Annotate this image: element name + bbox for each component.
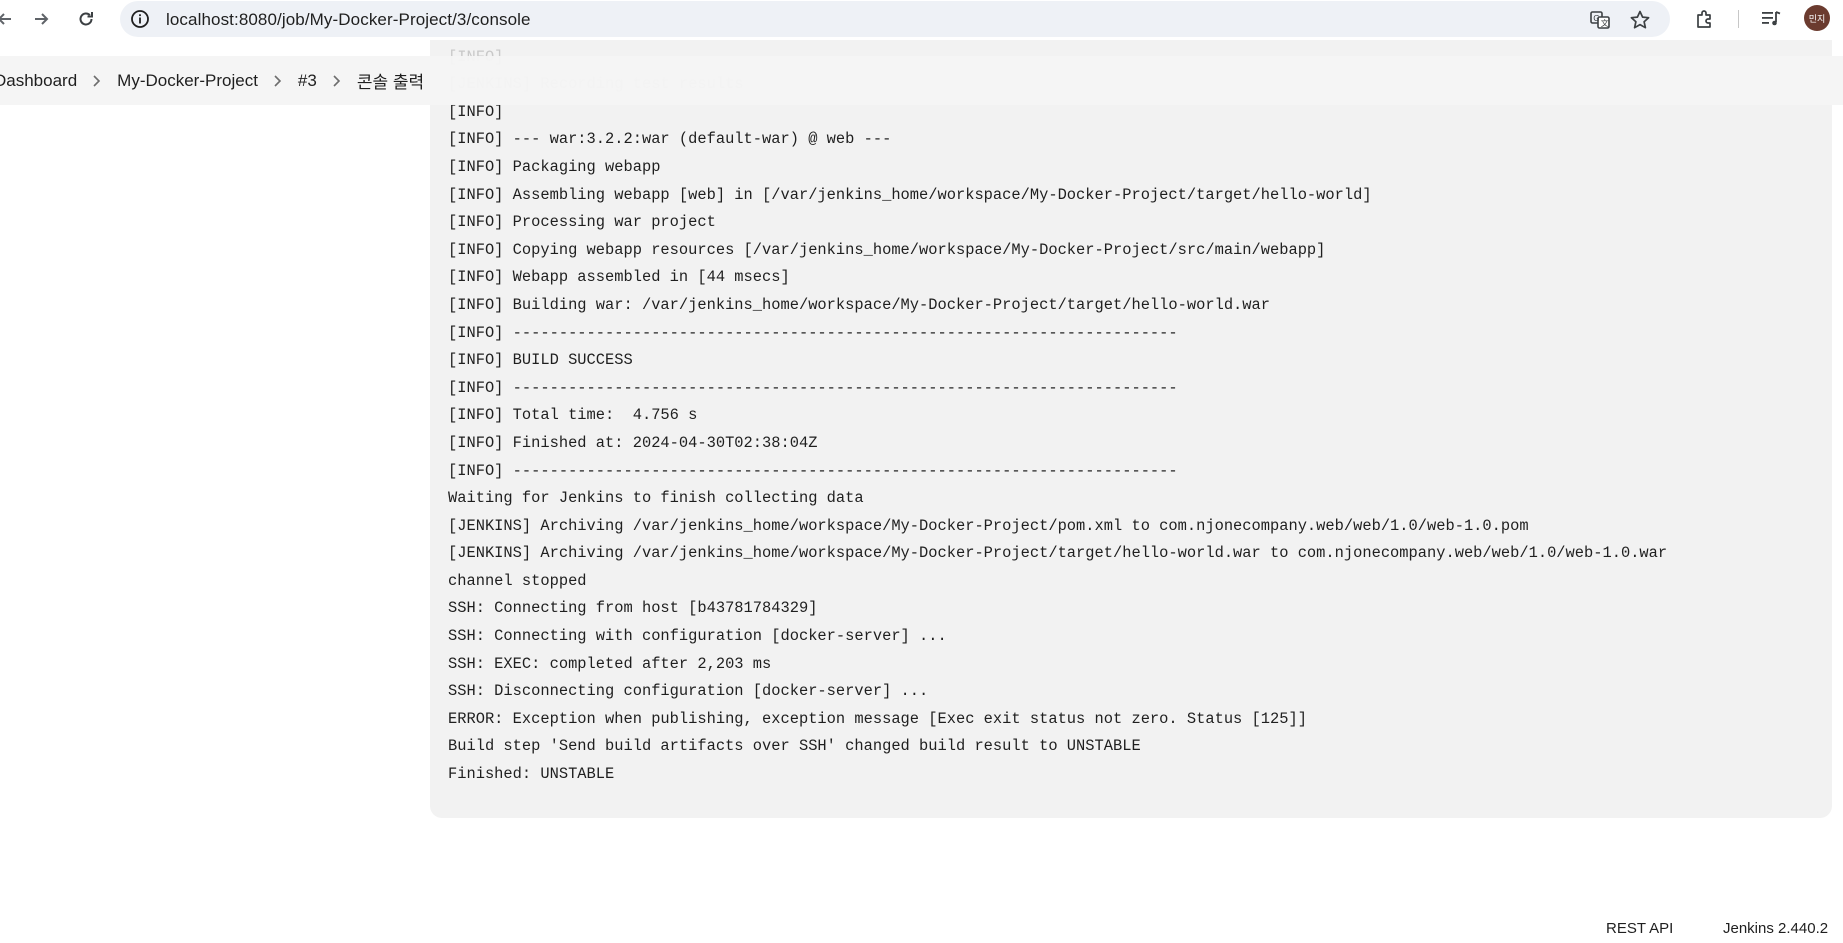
svg-text:文: 文: [1601, 18, 1609, 28]
breadcrumb-dashboard[interactable]: Dashboard: [0, 71, 77, 91]
console-line: [INFO] Assembling webapp [web] in [/var/…: [448, 185, 1372, 204]
extensions-icon[interactable]: [1692, 6, 1718, 32]
console-output: [INFO] Tests run: 1, Failures: 0, Errors…: [448, 40, 1667, 789]
console-line: [INFO] BUILD SUCCESS: [448, 351, 633, 370]
console-line: SSH: Connecting from host [b43781784329]: [448, 599, 818, 618]
console-line: Build step 'Send build artifacts over SS…: [448, 737, 1141, 756]
console-line: [INFO] ---------------------------------…: [448, 461, 1178, 480]
jenkins-version-link[interactable]: Jenkins 2.440.2: [1723, 920, 1828, 937]
profile-avatar[interactable]: 민지: [1804, 5, 1830, 31]
rest-api-link[interactable]: REST API: [1606, 920, 1673, 937]
breadcrumb: Dashboard My-Docker-Project #3 콘솔 출력: [0, 56, 424, 105]
console-line: [INFO] ---------------------------------…: [448, 378, 1178, 397]
breadcrumb-console-output[interactable]: 콘솔 출력: [357, 68, 424, 93]
address-bar[interactable]: localhost:8080/job/My-Docker-Project/3/c…: [120, 1, 1670, 37]
forward-icon[interactable]: [28, 6, 54, 32]
console-line: [INFO] ---------------------------------…: [448, 323, 1178, 342]
console-line: [INFO] Total time: 4.756 s: [448, 406, 698, 425]
console-line: [INFO] Processing war project: [448, 213, 716, 232]
console-line: Finished: UNSTABLE: [448, 765, 615, 784]
console-line: SSH: Connecting with configuration [dock…: [448, 627, 947, 646]
browser-toolbar: localhost:8080/job/My-Docker-Project/3/c…: [0, 0, 1843, 38]
console-line: SSH: Disconnecting configuration [docker…: [448, 682, 929, 701]
chevron-right-icon: [77, 74, 117, 88]
console-line: ERROR: Exception when publishing, except…: [448, 709, 1307, 728]
console-line: [JENKINS] Archiving /var/jenkins_home/wo…: [448, 544, 1668, 563]
media-controls-icon[interactable]: [1758, 6, 1784, 32]
console-line: [INFO] Copying webapp resources [/var/je…: [448, 240, 1326, 259]
reload-icon[interactable]: [73, 6, 99, 32]
toolbar-separator: [1738, 10, 1739, 28]
console-line: channel stopped: [448, 571, 587, 590]
bookmark-star-icon[interactable]: [1628, 8, 1652, 32]
console-line: [INFO] --- war:3.2.2:war (default-war) @…: [448, 130, 892, 149]
console-line: Waiting for Jenkins to finish collecting…: [448, 489, 864, 508]
back-icon[interactable]: [0, 6, 18, 32]
chevron-right-icon: [258, 74, 298, 88]
site-info-icon[interactable]: [130, 9, 150, 29]
console-line: SSH: EXEC: completed after 2,203 ms: [448, 654, 772, 673]
translate-icon[interactable]: G文: [1588, 8, 1612, 32]
breadcrumb-project[interactable]: My-Docker-Project: [117, 71, 258, 91]
breadcrumb-bar: Dashboard My-Docker-Project #3 콘솔 출력: [0, 56, 1843, 105]
console-line: [INFO] Finished at: 2024-04-30T02:38:04Z: [448, 433, 818, 452]
url-text[interactable]: localhost:8080/job/My-Docker-Project/3/c…: [166, 10, 531, 30]
svg-text:G: G: [1593, 14, 1599, 23]
chevron-right-icon: [317, 74, 357, 88]
console-line: [INFO] Webapp assembled in [44 msecs]: [448, 268, 790, 287]
console-line: [JENKINS] Archiving /var/jenkins_home/wo…: [448, 516, 1529, 535]
console-line: [INFO] Building war: /var/jenkins_home/w…: [448, 295, 1270, 314]
breadcrumb-build[interactable]: #3: [298, 71, 317, 91]
console-output-panel: [INFO] Tests run: 1, Failures: 0, Errors…: [430, 40, 1832, 818]
console-line: [INFO] Packaging webapp: [448, 157, 661, 176]
